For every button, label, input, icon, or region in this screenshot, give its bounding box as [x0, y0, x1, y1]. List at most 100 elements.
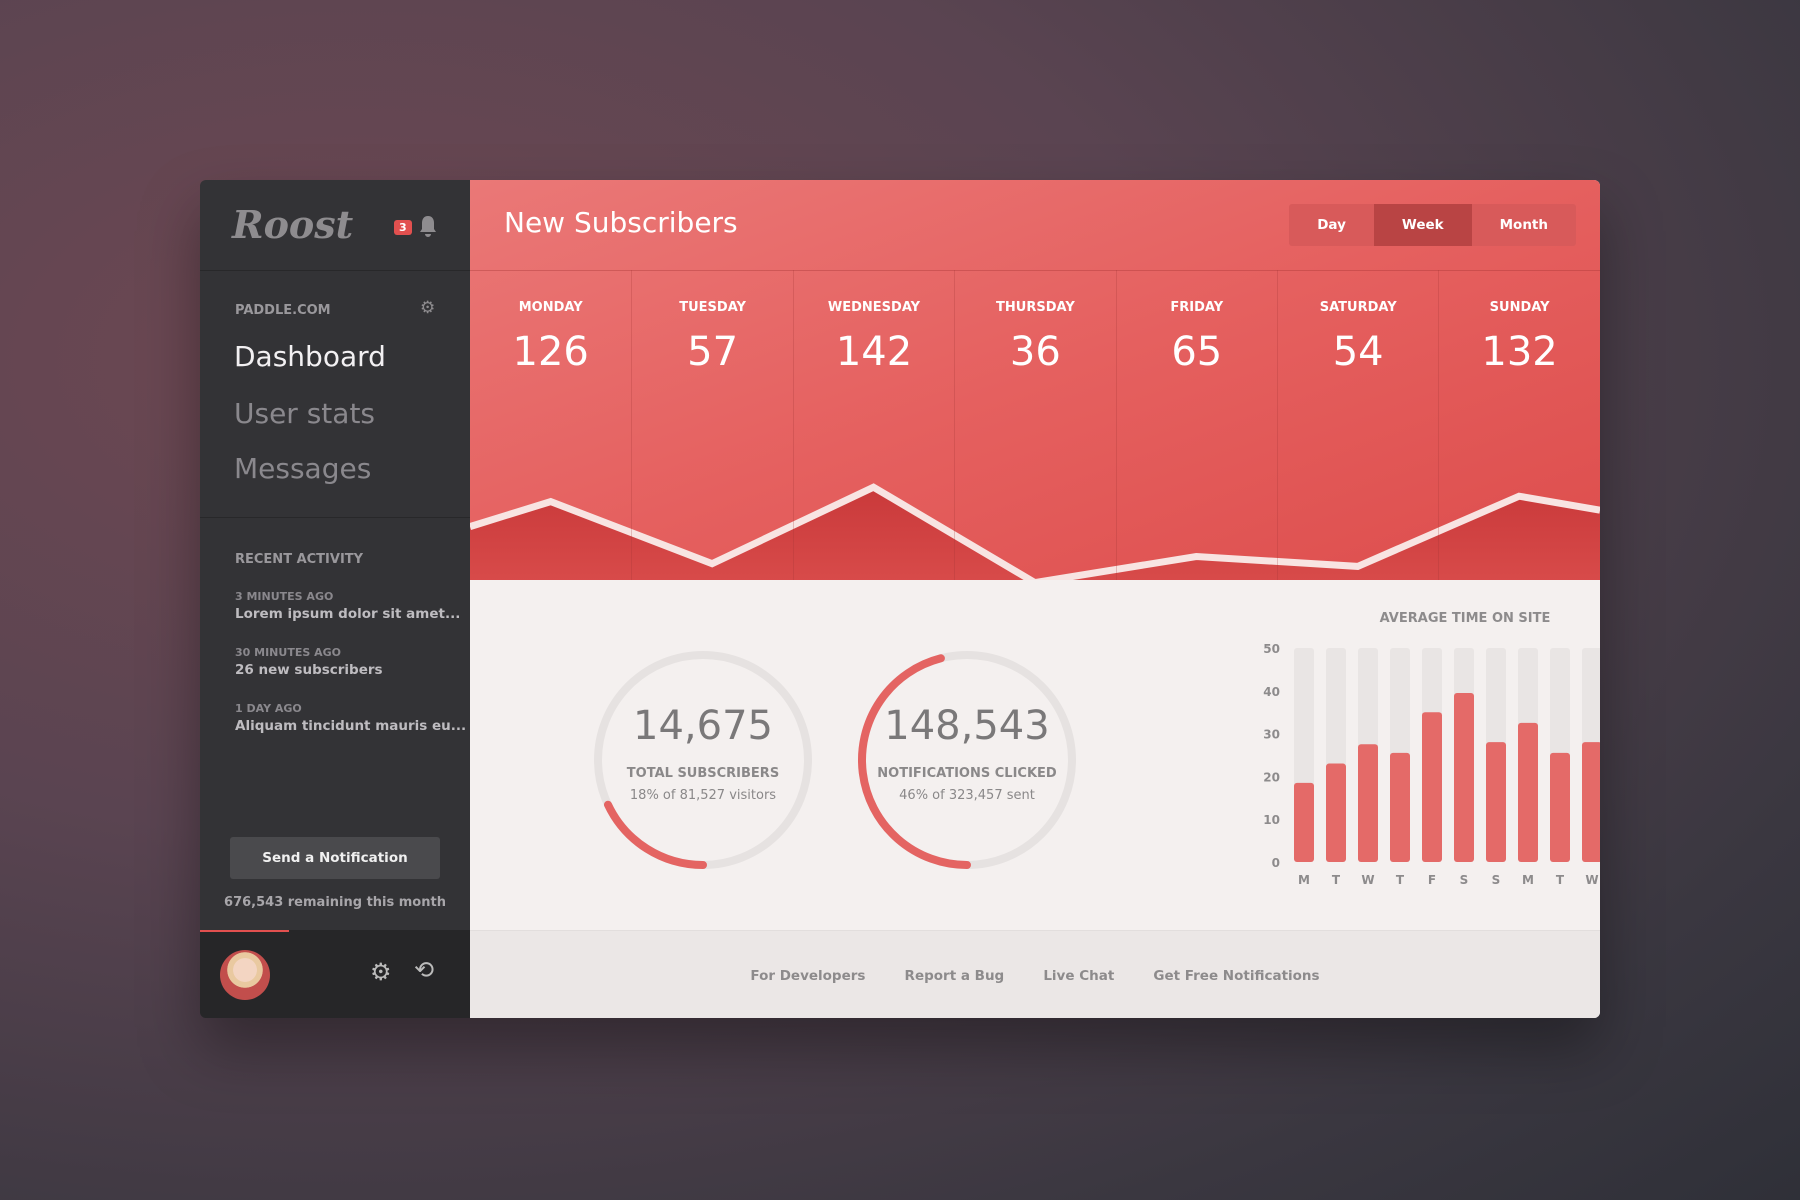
- day-label: SATURDAY: [1319, 300, 1397, 315]
- footer-link-free-notifications[interactable]: Get Free Notifications: [1153, 968, 1319, 984]
- x-tick-label: T: [1556, 873, 1565, 887]
- day-label: THURSDAY: [996, 300, 1075, 315]
- main-content: New Subscribers Day Week Month MONDAY 126…: [470, 180, 1600, 1018]
- bar: [1582, 742, 1600, 862]
- activity-time: 30 MINUTES AGO: [235, 646, 341, 659]
- y-tick-label: 30: [1263, 728, 1280, 742]
- subscribers-panel: New Subscribers Day Week Month MONDAY 126…: [470, 180, 1600, 580]
- notification-badge[interactable]: 3: [394, 220, 412, 235]
- day-column: THURSDAY 36: [954, 270, 1115, 580]
- day-label: TUESDAY: [679, 300, 746, 315]
- footer-link-live-chat[interactable]: Live Chat: [1043, 968, 1114, 984]
- bar: [1486, 742, 1506, 862]
- bar: [1518, 722, 1538, 862]
- ring-progress: [603, 800, 707, 869]
- y-tick-label: 50: [1263, 642, 1280, 656]
- day-value: 126: [512, 329, 589, 375]
- nav-user-stats[interactable]: User stats: [234, 397, 375, 430]
- usage-progress-bar: [200, 930, 290, 932]
- x-tick-label: M: [1298, 873, 1310, 887]
- avatar[interactable]: [220, 950, 270, 1000]
- total-subscribers-stat: 14,675 TOTAL SUBSCRIBERS 18% of 81,527 v…: [583, 640, 823, 880]
- bar: [1358, 744, 1378, 862]
- x-tick-label: W: [1585, 873, 1598, 887]
- range-month-button[interactable]: Month: [1472, 204, 1576, 246]
- activity-time: 3 MINUTES AGO: [235, 590, 334, 603]
- stat-value: 14,675: [633, 703, 773, 749]
- logout-icon[interactable]: ⟲: [414, 956, 434, 984]
- range-day-button[interactable]: Day: [1289, 204, 1374, 246]
- bell-icon[interactable]: [418, 214, 438, 238]
- site-name: PADDLE.COM: [235, 303, 331, 318]
- stat-label: TOTAL SUBSCRIBERS: [626, 766, 780, 781]
- divider: [200, 270, 470, 271]
- bar: [1326, 763, 1346, 862]
- stat-subtext: 46% of 323,457 sent: [899, 788, 1035, 803]
- bar: [1390, 752, 1410, 862]
- activity-item[interactable]: 30 MINUTES AGO 26 new subscribers: [235, 646, 383, 678]
- activity-text: Lorem ipsum dolor sit amet...: [235, 606, 461, 622]
- stat-subtext: 18% of 81,527 visitors: [629, 788, 777, 803]
- stat-value: 148,543: [884, 703, 1050, 749]
- activity-text: Aliquam tincidunt mauris eu...: [235, 718, 467, 734]
- activity-text: 26 new subscribers: [235, 662, 383, 678]
- logo: Roost: [232, 202, 354, 247]
- day-label: MONDAY: [518, 300, 583, 315]
- day-column: MONDAY 126: [470, 270, 631, 580]
- recent-activity-heading: RECENT ACTIVITY: [235, 552, 364, 567]
- x-tick-label: F: [1428, 873, 1436, 887]
- day-value: 36: [1009, 329, 1061, 375]
- x-tick-label: S: [1460, 873, 1469, 887]
- day-column: SATURDAY 54: [1277, 270, 1438, 580]
- remaining-count: 676,543 remaining this month: [224, 895, 446, 910]
- notifications-clicked-ring: [858, 651, 1076, 869]
- sidebar: Roost 3 PADDLE.COM ⚙ Dashboard User stat…: [200, 180, 470, 1018]
- y-tick-label: 10: [1263, 813, 1280, 827]
- settings-gear-icon[interactable]: ⚙: [370, 958, 392, 986]
- day-label: SUNDAY: [1489, 300, 1550, 315]
- total-subscribers-ring: [594, 651, 812, 869]
- ring-progress: [858, 654, 971, 869]
- x-tick-label: W: [1361, 873, 1374, 887]
- range-week-button[interactable]: Week: [1373, 204, 1472, 246]
- x-tick-label: S: [1492, 873, 1501, 887]
- page-title: New Subscribers: [504, 206, 738, 239]
- day-column: WEDNESDAY 142: [792, 270, 954, 580]
- bar: [1550, 752, 1570, 862]
- divider: [200, 517, 470, 518]
- activity-item[interactable]: 1 DAY AGO Aliquam tincidunt mauris eu...: [235, 702, 466, 734]
- day-value: 57: [687, 329, 739, 375]
- bar: [1294, 782, 1314, 862]
- user-bar: ⚙ ⟲: [200, 930, 470, 1018]
- average-time-bar-chart: AVERAGE TIME ON SITE 0 10 20 30 40 50 M T W T F S S M T…: [1263, 611, 1600, 887]
- activity-time: 1 DAY AGO: [235, 702, 302, 715]
- activity-item[interactable]: 3 MINUTES AGO Lorem ipsum dolor sit amet.…: [235, 590, 460, 622]
- site-settings-gear-icon[interactable]: ⚙: [420, 298, 435, 318]
- send-notification-button[interactable]: Send a Notification: [230, 837, 440, 879]
- x-tick-label: T: [1332, 873, 1341, 887]
- notifications-clicked-stat: 148,543 NOTIFICATIONS CLICKED 46% of 323…: [847, 640, 1087, 880]
- day-value: 142: [835, 329, 913, 375]
- day-value: 132: [1481, 329, 1558, 375]
- bar: [1454, 692, 1474, 862]
- footer-link-developers[interactable]: For Developers: [750, 968, 865, 984]
- stat-label: NOTIFICATIONS CLICKED: [877, 766, 1057, 781]
- dashboard-window: Roost 3 PADDLE.COM ⚙ Dashboard User stat…: [200, 180, 1600, 1018]
- range-selector: Day Week Month: [1289, 204, 1576, 246]
- day-column: TUESDAY 57: [631, 270, 792, 580]
- footer-link-report-bug[interactable]: Report a Bug: [905, 968, 1005, 984]
- day-column: FRIDAY 65: [1115, 270, 1277, 580]
- day-label: FRIDAY: [1170, 300, 1224, 315]
- day-column: SUNDAY 132: [1438, 270, 1599, 580]
- day-value: 65: [1171, 329, 1223, 375]
- x-tick-label: M: [1522, 873, 1534, 887]
- y-tick-label: 20: [1263, 770, 1280, 784]
- bar: [1422, 712, 1442, 862]
- nav-messages[interactable]: Messages: [234, 452, 371, 485]
- chart-title: AVERAGE TIME ON SITE: [1380, 611, 1551, 626]
- day-value: 54: [1332, 329, 1384, 375]
- nav-dashboard[interactable]: Dashboard: [234, 340, 386, 373]
- y-tick-label: 40: [1263, 685, 1280, 699]
- footer-links: For Developers Report a Bug Live Chat Ge…: [470, 930, 1600, 1018]
- x-tick-label: T: [1396, 873, 1405, 887]
